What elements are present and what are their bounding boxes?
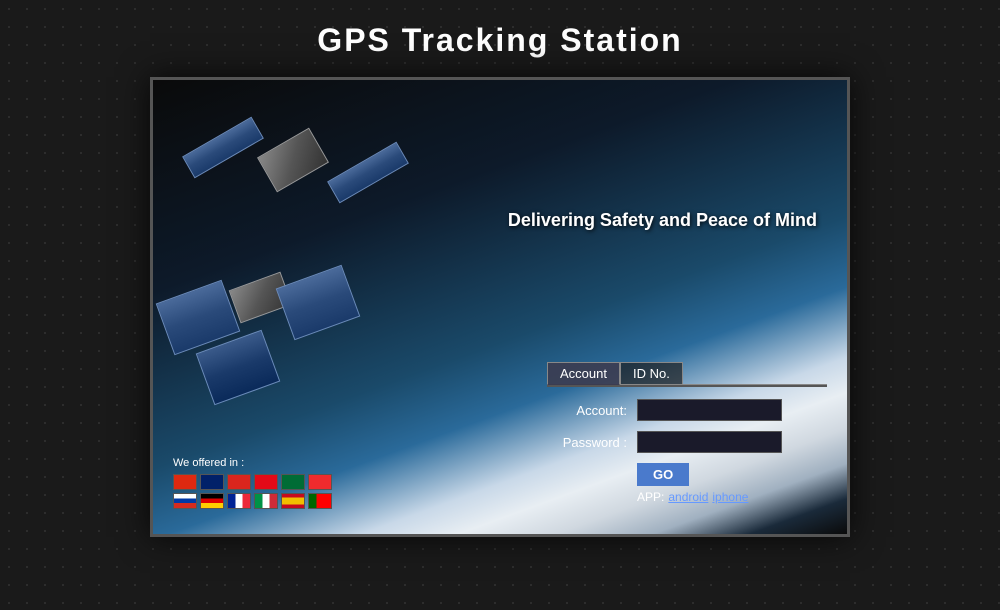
sat1-panel-right [327, 142, 409, 204]
flags-row-1 [173, 474, 332, 490]
account-row: Account: [547, 399, 827, 421]
we-offered-label: We offered in : [173, 457, 244, 469]
android-link[interactable]: android [668, 490, 708, 504]
password-input[interactable] [637, 431, 782, 453]
go-button[interactable]: GO [637, 463, 689, 486]
flag-de [200, 493, 224, 509]
sat1-body [257, 128, 329, 193]
iphone-link[interactable]: iphone [712, 490, 748, 504]
flag-vn [227, 474, 251, 490]
flag-tr [254, 474, 278, 490]
flag-fr [227, 493, 251, 509]
sat1-panel-left [182, 117, 264, 179]
flag-cn [173, 474, 197, 490]
flag-it [254, 493, 278, 509]
flag-sa [281, 474, 305, 490]
flag-pt [308, 493, 332, 509]
tab-underline [683, 362, 827, 385]
flag-no [308, 474, 332, 490]
flag-gb [200, 474, 224, 490]
sat2-panel-right [276, 265, 361, 341]
flags-area: We offered in : [173, 457, 332, 509]
tagline: Delivering Safety and Peace of Mind [508, 210, 817, 231]
flags-row-2 [173, 493, 332, 509]
tab-row: Account ID No. [547, 362, 827, 385]
actions-row: GO APP: android iphone [637, 463, 827, 504]
main-frame: Delivering Safety and Peace of Mind Acco… [150, 77, 850, 537]
app-links-row: APP: android iphone [637, 490, 748, 504]
password-label: Password : [547, 435, 627, 450]
password-row: Password : [547, 431, 827, 453]
flag-es [281, 493, 305, 509]
flag-ru [173, 493, 197, 509]
tab-idno[interactable]: ID No. [620, 362, 683, 385]
login-panel: Account ID No. Account: Password : GO AP… [547, 362, 827, 504]
account-label: Account: [547, 403, 627, 418]
account-input[interactable] [637, 399, 782, 421]
tab-account[interactable]: Account [547, 362, 620, 385]
page-title: GPS Tracking Station [0, 0, 1000, 77]
app-prefix: APP: [637, 490, 664, 504]
tab-divider [547, 385, 827, 387]
